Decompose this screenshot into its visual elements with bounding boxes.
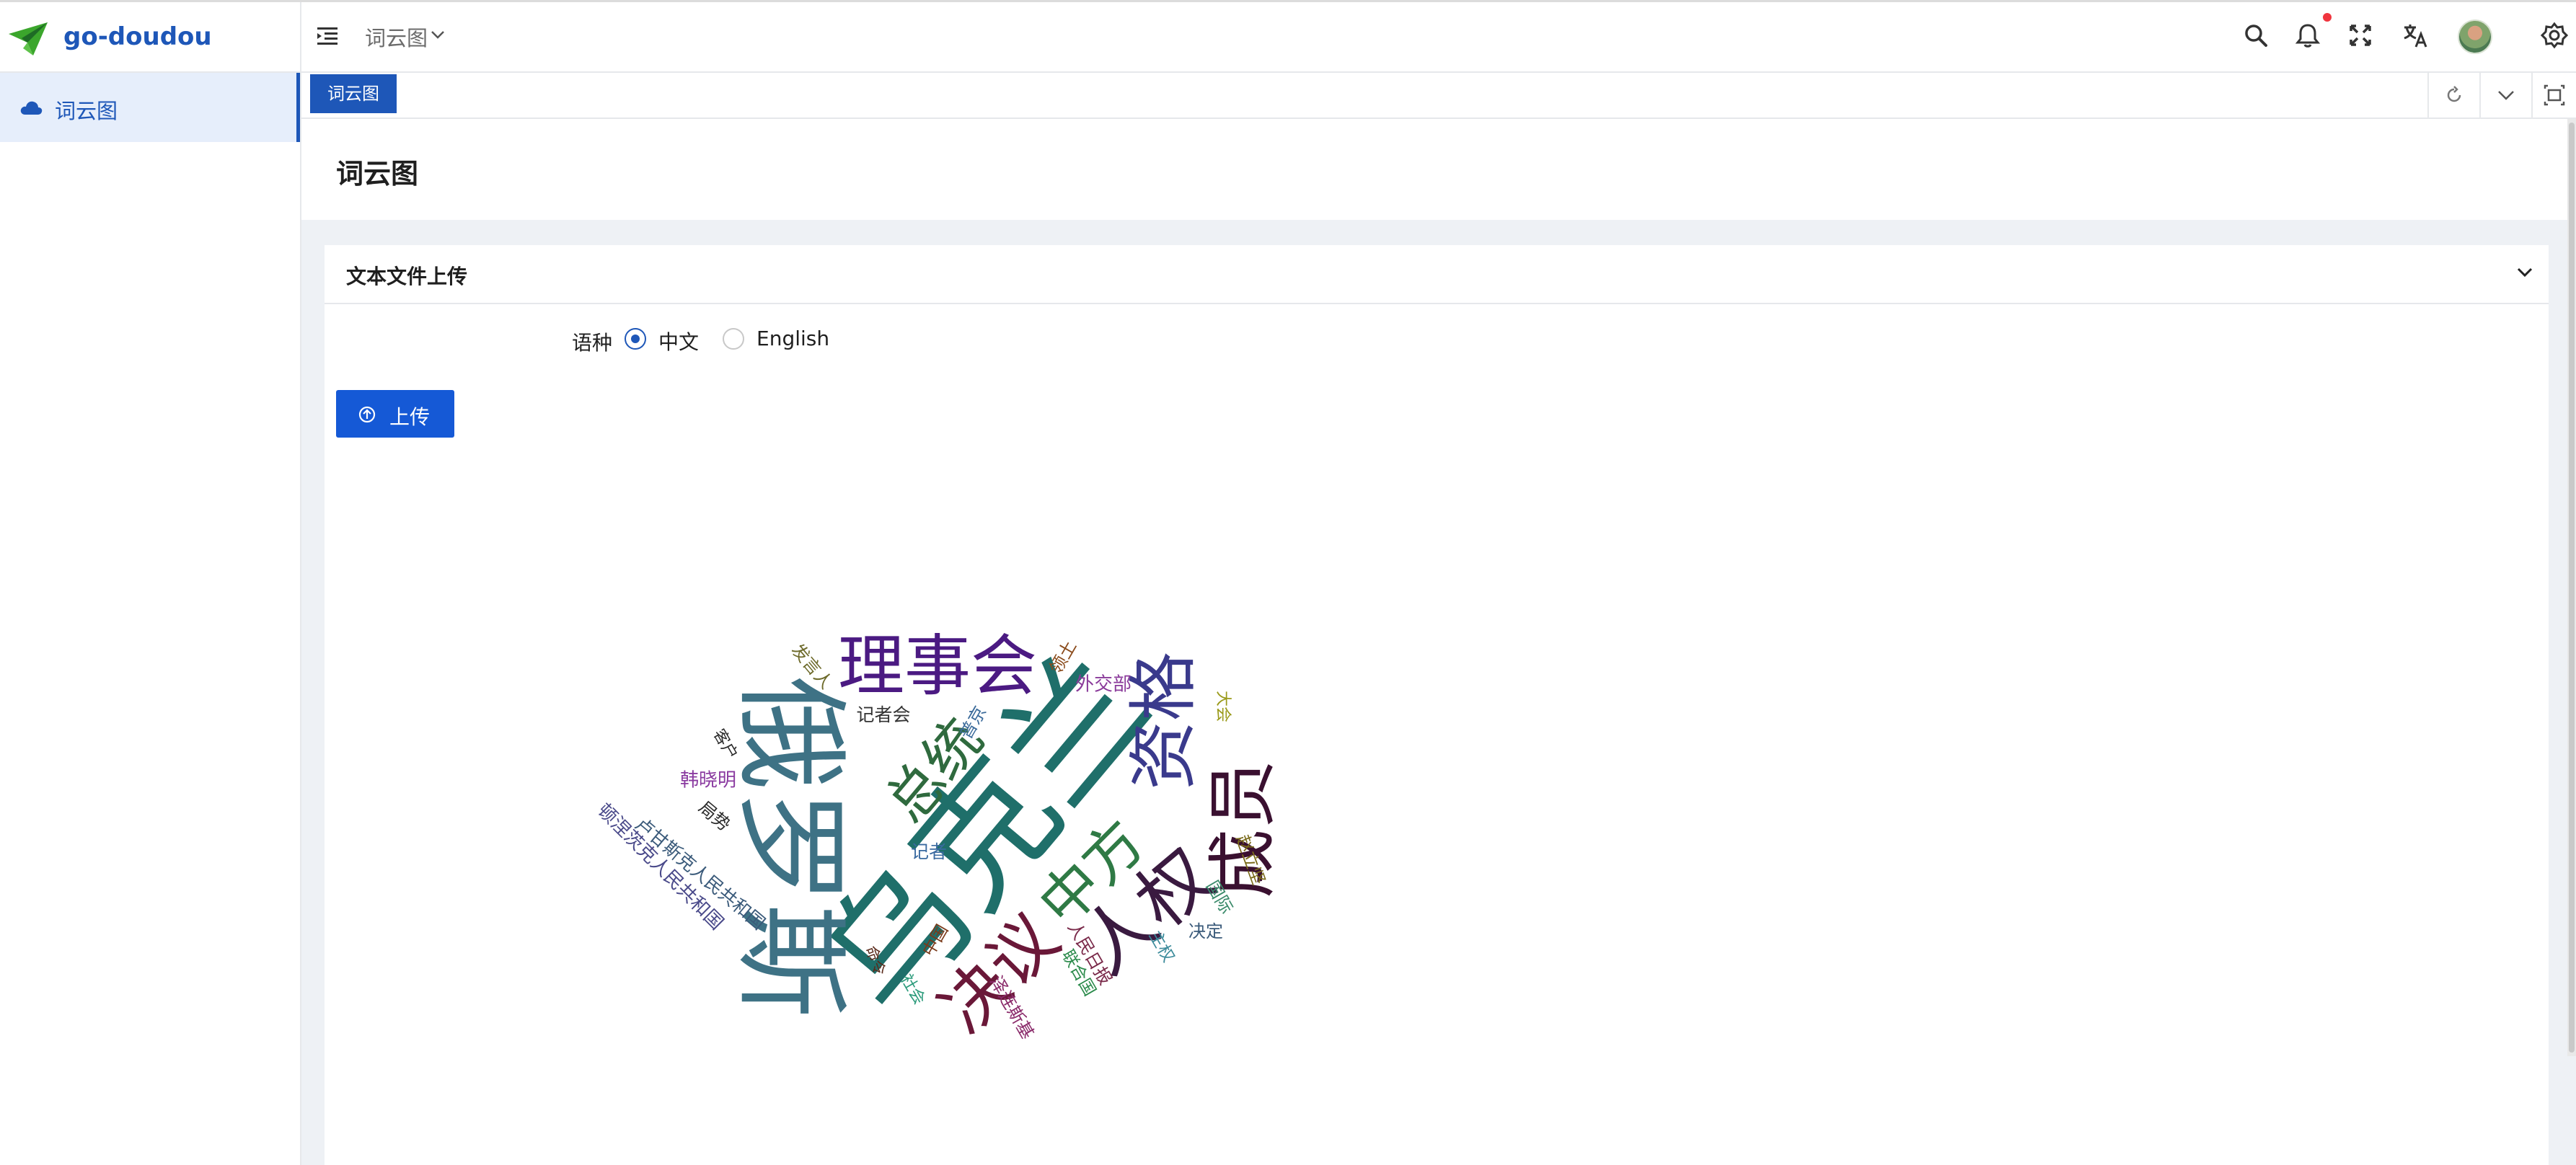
wordcloud-word: 成员 (1202, 760, 1283, 898)
wordcloud-word: 记者会 (856, 704, 910, 725)
wordcloud-word: 决定 (1188, 921, 1223, 942)
wordcloud-word: 韩晓明 (680, 770, 736, 792)
wordcloud-word: 资格 (1123, 652, 1204, 790)
wordcloud-word: 俄罗斯 (724, 676, 857, 1018)
wordcloud-word: 记者 (911, 841, 947, 862)
wordcloud-word: 大会 (1214, 691, 1232, 722)
wordcloud-word: 外交部 (1075, 674, 1132, 696)
word-cloud: 乌克兰俄罗斯理事会 资格成员人权决议中方总统外交部发言人记者会领土大会普京客户韩晓… (593, 625, 1283, 1047)
wordcloud-word: 理事会 (838, 627, 1037, 704)
scrollbar-thumb[interactable] (2569, 123, 2575, 1053)
